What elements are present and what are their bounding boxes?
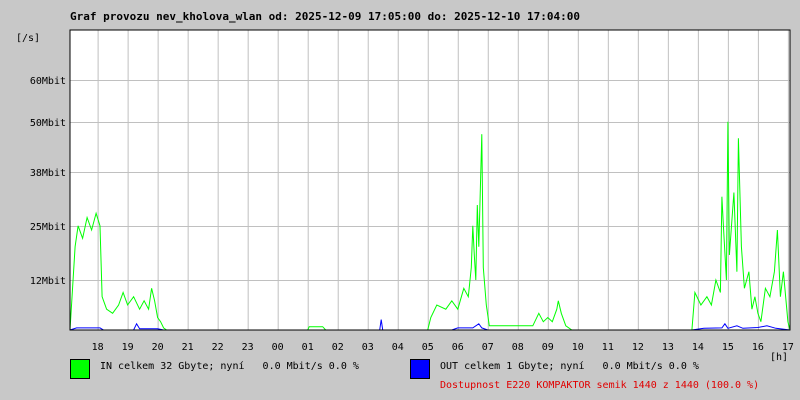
x-axis-label: [h] [770, 352, 788, 363]
x-tick-label: 04 [392, 342, 404, 353]
x-tick-label: 05 [422, 342, 434, 353]
x-tick-label: 06 [452, 342, 464, 353]
y-tick-label: 25Mbit [30, 222, 66, 233]
x-tick-label: 11 [602, 342, 614, 353]
availability-text: Dostupnost E220 KOMPAKTOR semik 1440 z 1… [440, 380, 760, 391]
x-tick-label: 08 [512, 342, 524, 353]
x-tick-label: 20 [152, 342, 164, 353]
y-tick-label: 38Mbit [30, 168, 66, 179]
x-tick-label: 21 [182, 342, 194, 353]
y-axis-label: [/s] [16, 33, 40, 44]
y-tick-labels: 12Mbit 25Mbit 38Mbit 50Mbit 60Mbit [30, 76, 66, 287]
y-tick-label: 50Mbit [30, 118, 66, 129]
x-tick-label: 18 [92, 342, 104, 353]
x-tick-label: 14 [692, 342, 704, 353]
x-tick-label: 03 [362, 342, 374, 353]
x-tick-label: 15 [722, 342, 734, 353]
y-tick-label: 12Mbit [30, 276, 66, 287]
out-legend-swatch [410, 359, 430, 379]
x-tick-label: 01 [302, 342, 314, 353]
out-legend-text: OUT celkem 1 Gbyte; nyní 0.0 Mbit/s 0.0 … [440, 361, 699, 372]
in-legend-text: IN celkem 32 Gbyte; nyní 0.0 Mbit/s 0.0 … [100, 361, 359, 372]
chart-area: 12Mbit 25Mbit 38Mbit 50Mbit 60Mbit 18 19 20 21 2… [16, 29, 794, 363]
x-tick-labels: 18 19 20 21 22 23 00 01 02 03 04 05 06 07 08 09 10 11 12 13… [92, 342, 794, 353]
x-tick-label: 00 [272, 342, 284, 353]
x-tick-label: 13 [662, 342, 674, 353]
x-tick-label: 12 [632, 342, 644, 353]
x-tick-label: 19 [122, 342, 134, 353]
x-tick-label: 22 [212, 342, 224, 353]
plot-background [70, 30, 790, 330]
y-tick-label: 60Mbit [30, 76, 66, 87]
x-tick-label: 10 [572, 342, 584, 353]
in-legend-swatch [70, 359, 90, 379]
x-tick-label: 07 [482, 342, 494, 353]
x-tick-label: 16 [752, 342, 764, 353]
x-tick-label: 09 [542, 342, 554, 353]
x-tick-label: 23 [242, 342, 254, 353]
x-tick-label: 02 [332, 342, 344, 353]
